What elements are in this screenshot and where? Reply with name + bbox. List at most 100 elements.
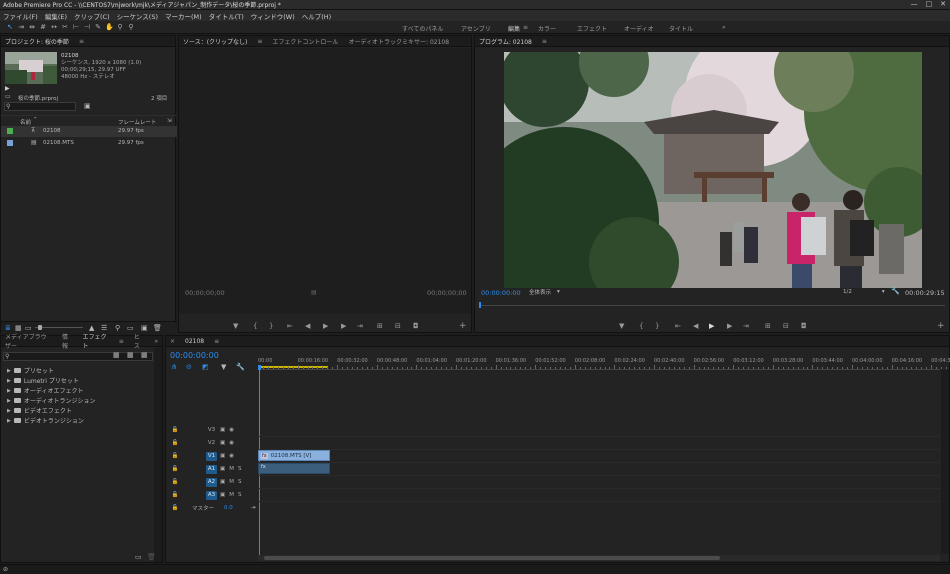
maximize-button[interactable]: □: [926, 0, 933, 8]
sort-icon[interactable]: ▲: [89, 324, 94, 332]
column-menu-icon[interactable]: ⇲: [167, 118, 172, 124]
add-marker-icon[interactable]: ◩: [202, 363, 209, 371]
hand-tool-icon[interactable]: ✋: [105, 23, 114, 31]
sync-lock-icon[interactable]: ▣: [220, 492, 225, 498]
workspace-menu-icon[interactable]: ≡: [523, 24, 528, 31]
solo-button[interactable]: S: [238, 492, 242, 498]
effects-panel-tab[interactable]: メディアブラウザー: [5, 332, 52, 350]
new-bin-icon[interactable]: ▭: [135, 553, 142, 561]
source-patch[interactable]: [192, 426, 203, 435]
find-icon[interactable]: ⚲: [115, 324, 120, 332]
add-marker-icon[interactable]: ▼: [233, 322, 238, 330]
go-to-out-icon[interactable]: ⇥: [743, 322, 749, 330]
go-to-in-icon[interactable]: ⇤: [675, 322, 681, 330]
zoom-out-tool-icon[interactable]: ⚲: [127, 23, 135, 31]
effects-menu-icon[interactable]: ≡: [119, 338, 124, 345]
col-frame-rate[interactable]: フレームレート: [118, 118, 156, 126]
timeline-vertical-scrollbar[interactable]: [941, 370, 949, 554]
timeline-ruler[interactable]: 00:00 00:00:16:00 00:00:32:00 00:00:48:00 00…: [258, 356, 950, 370]
track-target[interactable]: A3: [206, 490, 217, 500]
source-patch[interactable]: [192, 478, 203, 487]
resolution-dropdown[interactable]: 1/2 ▾: [843, 287, 885, 297]
wrench-icon[interactable]: 🔧: [236, 363, 245, 371]
expand-triangle-icon[interactable]: ▶: [7, 398, 11, 404]
panel-overflow-icon[interactable]: »: [154, 338, 158, 345]
step-back-icon[interactable]: ◀: [693, 322, 698, 330]
effects-folder-item[interactable]: ▶ ビデオエフェクト: [7, 406, 72, 416]
slide-tool-icon[interactable]: ⊣: [83, 23, 91, 31]
add-marker-icon[interactable]: ▼: [619, 322, 624, 330]
track-target[interactable]: V1: [206, 451, 217, 461]
overwrite-icon[interactable]: ⊟: [395, 322, 401, 330]
project-tab[interactable]: プロジェクト: 桜の季節: [5, 37, 69, 46]
export-frame-icon[interactable]: ◘: [413, 322, 419, 330]
sequence-menu-icon[interactable]: ≡: [214, 338, 219, 345]
effects-folder-item[interactable]: ▶ ビデオトランジション: [7, 416, 84, 426]
audio-clip[interactable]: fx: [258, 463, 330, 474]
mute-button[interactable]: M: [229, 492, 234, 498]
rate-stretch-tool-icon[interactable]: ↔: [50, 23, 58, 31]
sync-lock-icon[interactable]: ▣: [220, 440, 225, 446]
program-playhead-timecode[interactable]: 00:00:00:00: [481, 289, 521, 297]
track-target[interactable]: V2: [206, 439, 217, 448]
mark-in-icon[interactable]: {: [639, 322, 643, 330]
lock-icon[interactable]: 🔓: [166, 427, 184, 433]
accelerated-effects-icon[interactable]: ▦: [113, 351, 120, 359]
export-frame-icon[interactable]: ◘: [801, 322, 807, 330]
insert-icon[interactable]: ⊞: [377, 322, 383, 330]
mark-out-icon[interactable]: }: [269, 322, 273, 330]
linked-selection-icon[interactable]: ⊝: [186, 363, 192, 371]
marker-icon[interactable]: ▼: [221, 363, 226, 371]
sort-ascending-icon[interactable]: ⌃: [33, 117, 38, 123]
video-clip[interactable]: fx 02108.MTS [V]: [258, 450, 330, 461]
label-color-swatch[interactable]: [7, 128, 13, 134]
close-button[interactable]: ✕: [940, 0, 946, 8]
source-patch[interactable]: [192, 439, 203, 448]
effects-panel-tab[interactable]: 情報: [62, 332, 73, 350]
razor-tool-icon[interactable]: ✂: [61, 23, 69, 31]
project-item-row[interactable]: ▤ 02108.MTS 29.97 fps: [1, 138, 177, 149]
sync-lock-icon[interactable]: ▣: [220, 466, 225, 472]
rolling-edit-tool-icon[interactable]: #: [39, 23, 47, 31]
solo-button[interactable]: S: [238, 466, 242, 472]
expand-triangle-icon[interactable]: ▶: [7, 408, 11, 414]
program-time-ruler[interactable]: [479, 302, 945, 308]
new-item-icon[interactable]: ▣: [141, 324, 148, 332]
project-search-input[interactable]: ⚲: [4, 102, 76, 111]
timeline-timecode[interactable]: 00:00:00:00: [170, 351, 219, 360]
workspace-tab[interactable]: すべてのパネル: [402, 24, 443, 33]
effects-panel-tab[interactable]: エフェクト: [82, 332, 108, 350]
timeline-horizontal-scrollbar[interactable]: [258, 555, 940, 561]
source-panel-tab[interactable]: オーディオトラックミキサー: 02108: [348, 37, 449, 46]
mark-in-icon[interactable]: {: [253, 322, 257, 330]
new-bin-from-search-icon[interactable]: ▣: [84, 102, 91, 110]
lift-icon[interactable]: ⊞: [765, 322, 771, 330]
eye-icon[interactable]: ◉: [229, 453, 234, 459]
source-menu-icon[interactable]: ≡: [257, 38, 262, 45]
menu-item[interactable]: クリップ(C): [74, 11, 110, 21]
icon-view-icon[interactable]: ▦: [15, 324, 22, 332]
effects-panel-tab[interactable]: ヒス: [134, 332, 145, 350]
fit-dropdown[interactable]: 全体表示 ▾: [529, 287, 575, 297]
effects-folder-item[interactable]: ▶ Lumetri プリセット: [7, 376, 79, 386]
lock-icon[interactable]: 🔓: [166, 479, 184, 485]
expand-triangle-icon[interactable]: ▶: [7, 378, 11, 384]
sync-lock-icon[interactable]: ▣: [220, 453, 225, 459]
workspace-tab[interactable]: 編集: [508, 24, 520, 33]
track-target[interactable]: A1: [206, 464, 217, 474]
source-patch[interactable]: [192, 491, 203, 500]
lock-icon[interactable]: 🔓: [166, 492, 184, 498]
menu-item[interactable]: ウィンドウ(W): [251, 11, 295, 21]
workspace-tab[interactable]: オーディオ: [624, 24, 654, 33]
track-select-tool-icon[interactable]: ⇥: [17, 23, 25, 31]
close-sequence-icon[interactable]: ×: [170, 338, 175, 345]
go-to-out-icon[interactable]: ⇥: [357, 322, 363, 330]
menu-item[interactable]: タイトル(T): [209, 11, 244, 21]
source-patch[interactable]: [192, 452, 203, 461]
solo-button[interactable]: S: [238, 479, 242, 485]
wrench-icon[interactable]: 🔧: [891, 287, 900, 295]
freeform-view-icon[interactable]: ▭: [25, 324, 32, 332]
ripple-edit-tool-icon[interactable]: ⇹: [28, 23, 36, 31]
mark-out-icon[interactable]: }: [655, 322, 659, 330]
lock-icon[interactable]: 🔓: [166, 505, 184, 511]
